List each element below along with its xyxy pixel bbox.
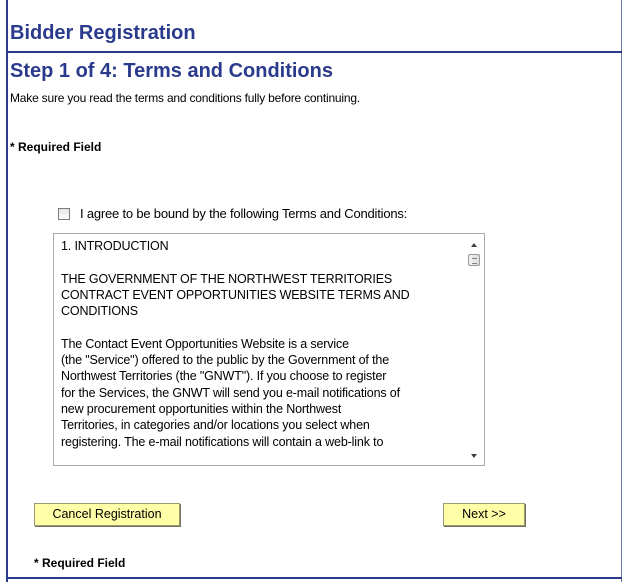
registration-frame: Bidder Registration Step 1 of 4: Terms a…	[0, 0, 622, 582]
footer-divider	[6, 577, 622, 579]
step-title: Step 1 of 4: Terms and Conditions	[10, 60, 333, 82]
page-title: Bidder Registration	[10, 22, 196, 44]
instructions-text: Make sure you read the terms and conditi…	[10, 91, 360, 105]
required-field-note-top: * Required Field	[10, 140, 102, 154]
agree-row[interactable]: I agree to be bound by the following Ter…	[58, 206, 407, 222]
right-border	[621, 0, 622, 582]
terms-text: 1. INTRODUCTION THE GOVERNMENT OF THE NO…	[61, 239, 410, 449]
left-border	[6, 0, 8, 582]
scroll-thumb[interactable]	[468, 254, 480, 266]
next-button[interactable]: Next >>	[443, 503, 525, 526]
terms-textarea[interactable]: 1. INTRODUCTION THE GOVERNMENT OF THE NO…	[53, 233, 485, 466]
cancel-registration-button[interactable]: Cancel Registration	[34, 503, 180, 526]
grip-icon	[472, 258, 477, 264]
scroll-down-arrow-icon[interactable]	[471, 454, 477, 458]
header-divider	[6, 51, 622, 53]
scroll-up-arrow-icon[interactable]	[471, 243, 477, 247]
agree-checkbox[interactable]	[58, 208, 70, 220]
required-field-note-bottom: * Required Field	[34, 556, 126, 570]
agree-label[interactable]: I agree to be bound by the following Ter…	[80, 206, 407, 222]
terms-scrollbar[interactable]	[465, 235, 484, 464]
